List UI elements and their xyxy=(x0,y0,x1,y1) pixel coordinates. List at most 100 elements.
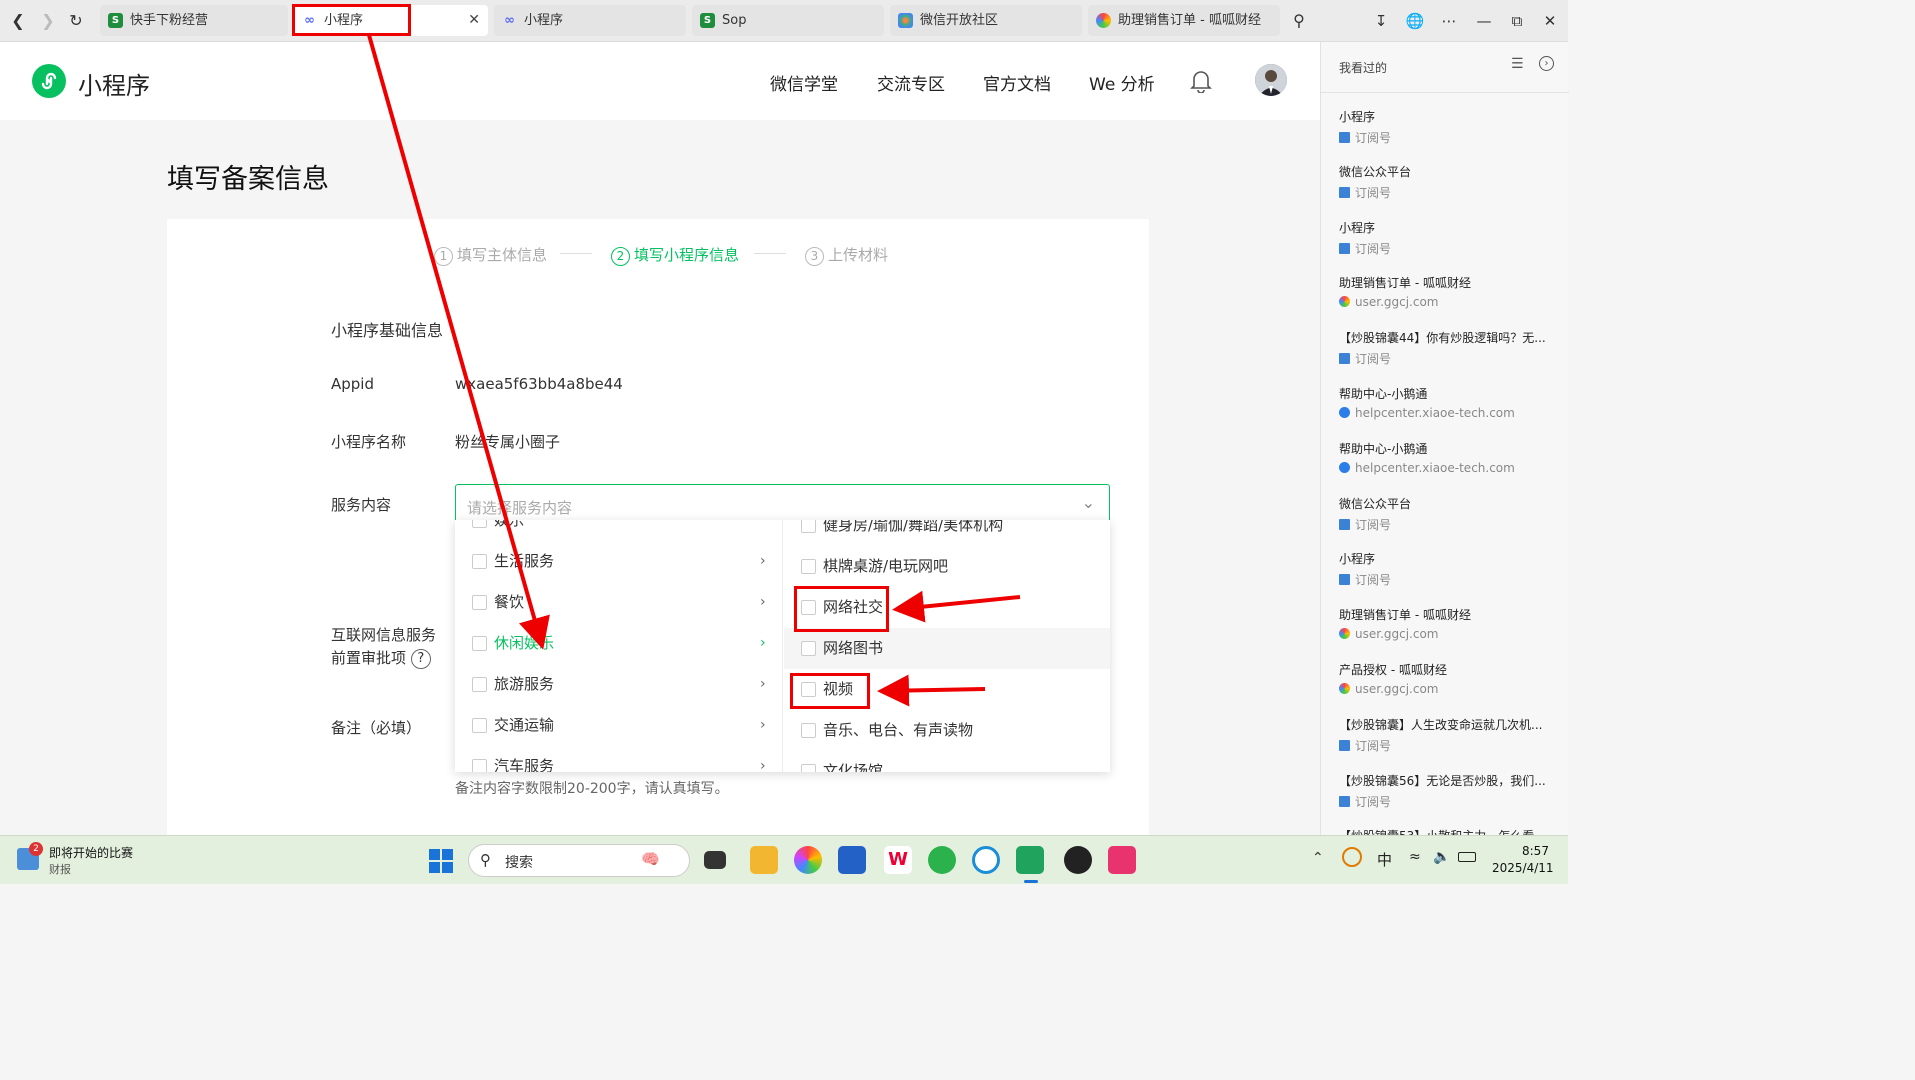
news-sub: 财报 xyxy=(49,863,71,876)
wps-icon[interactable]: W xyxy=(884,846,912,874)
site-favicon-icon xyxy=(1339,187,1350,199)
history-item-sub: 订阅号 xyxy=(1339,793,1559,810)
history-item-source: 订阅号 xyxy=(1355,794,1392,809)
clock-time[interactable]: 8:57 xyxy=(1522,844,1549,858)
sidebar-history-item[interactable]: 微信公众平台 订阅号 xyxy=(1339,495,1559,533)
history-item-title: 助理销售订单 - 呱呱财经 xyxy=(1339,607,1471,622)
history-item-sub: helpcenter.xiaoe-tech.com xyxy=(1339,461,1559,475)
remote-desktop-icon[interactable] xyxy=(1016,846,1044,874)
browser-icon[interactable] xyxy=(794,846,822,874)
collapse-arrow-icon[interactable]: › xyxy=(1539,56,1554,71)
kuaishou-icon[interactable] xyxy=(1108,846,1136,874)
history-item-source: 订阅号 xyxy=(1355,186,1392,201)
windows-taskbar: 2 即将开始的比赛 财报 ⚲ 搜索 🧠 W ⌃ 中 ≈ 🔈 8:57 2025/… xyxy=(0,835,1568,884)
active-indicator xyxy=(1024,880,1038,883)
history-item-sub: helpcenter.xiaoe-tech.com xyxy=(1339,406,1559,420)
sidebar-history-item[interactable]: 产品授权 - 呱呱财经 user.ggcj.com xyxy=(1339,661,1559,696)
sidebar-history-item[interactable]: 帮助中心-小鹅通 helpcenter.xiaoe-tech.com xyxy=(1339,385,1559,420)
taskbar-search[interactable]: ⚲ 搜索 🧠 xyxy=(468,844,690,877)
history-item-title: 产品授权 - 呱呱财经 xyxy=(1339,663,1447,677)
sidebar-history-item[interactable]: 小程序订阅号 xyxy=(1339,219,1559,257)
history-item-title: 小程序 xyxy=(1339,552,1376,567)
site-favicon-icon xyxy=(1339,461,1350,473)
wechat-icon[interactable] xyxy=(928,846,956,874)
store-icon[interactable] xyxy=(838,846,866,874)
sync-icon[interactable] xyxy=(1342,847,1362,867)
history-item-source: helpcenter.xiaoe-tech.com xyxy=(1355,460,1515,475)
battery-icon[interactable] xyxy=(1458,852,1476,862)
sidebar-title: 我看过的 xyxy=(1339,61,1388,75)
arrow-to-video xyxy=(877,674,986,707)
chevron-up-icon[interactable]: ⌃ xyxy=(1312,850,1324,866)
site-favicon-icon xyxy=(1339,574,1350,586)
history-item-sub: 订阅号 xyxy=(1339,571,1559,588)
history-item-source: user.ggcj.com xyxy=(1355,294,1439,309)
arrow-to-social xyxy=(892,590,1021,623)
history-item-title: 帮助中心-小鹅通 xyxy=(1339,441,1428,456)
sidebar-history-item[interactable]: 【炒股锦囊44】你有炒股逻辑吗？无... 订阅号 xyxy=(1339,329,1559,367)
sidebar-history-item[interactable]: 帮助中心-小鹅通 helpcenter.xiaoe-tech.com xyxy=(1339,440,1559,475)
history-item-source: 订阅号 xyxy=(1355,131,1392,145)
history-item-source: 订阅号 xyxy=(1355,518,1392,533)
history-item-title: 【炒股锦囊56】无论是否炒股，我们... xyxy=(1339,773,1546,788)
clock-date[interactable]: 2025/4/11 xyxy=(1492,861,1554,875)
history-item-sub: 订阅号 xyxy=(1339,350,1559,367)
brain-flower-icon: 🧠 xyxy=(641,850,660,868)
history-item-sub: 订阅号 xyxy=(1339,516,1559,533)
site-favicon-icon xyxy=(1339,353,1350,365)
history-item-source: 订阅号 xyxy=(1355,241,1392,256)
history-item-title: 帮助中心-小鹅通 xyxy=(1339,386,1428,401)
search-icon: ⚲ xyxy=(480,851,491,869)
site-favicon-icon xyxy=(1339,519,1350,531)
wifi-icon[interactable]: ≈ xyxy=(1409,849,1421,865)
history-item-sub: 订阅号 xyxy=(1339,129,1559,146)
sidebar-history-item[interactable]: 小程序订阅号 xyxy=(1339,550,1559,588)
history-item-source: 订阅号 xyxy=(1355,573,1392,588)
site-favicon-icon xyxy=(1339,242,1350,254)
arrow-tab-to-leisure xyxy=(367,34,550,650)
history-item-source: user.ggcj.com xyxy=(1355,626,1439,641)
sidebar-divider xyxy=(1321,92,1569,93)
site-favicon-icon xyxy=(1339,627,1350,639)
history-item-title: 小程序 xyxy=(1339,220,1376,235)
ime-indicator[interactable]: 中 xyxy=(1377,849,1392,870)
windows-start-icon[interactable] xyxy=(429,849,453,877)
sidebar-history-item[interactable]: 微信公众平台 订阅号 xyxy=(1339,163,1559,201)
task-view-icon[interactable] xyxy=(704,851,726,869)
chat-bubble-icon[interactable] xyxy=(972,846,1000,874)
player-icon[interactable] xyxy=(1064,846,1092,874)
history-item-title: 微信公众平台 xyxy=(1339,497,1412,512)
sidebar-history-item[interactable]: 助理销售订单 - 呱呱财经 user.ggcj.com xyxy=(1339,606,1559,641)
history-item-sub: 订阅号 xyxy=(1339,240,1559,257)
history-item-title: 【炒股锦囊】人生改变命运就几次机... xyxy=(1339,718,1543,733)
history-item-source: user.ggcj.com xyxy=(1355,682,1439,696)
history-item-title: 微信公众平台 xyxy=(1339,165,1412,180)
site-favicon-icon xyxy=(1339,740,1350,752)
file-explorer-icon[interactable] xyxy=(750,846,778,874)
sidebar-history-item[interactable]: 助理销售订单 - 呱呱财经 user.ggcj.com xyxy=(1339,274,1559,309)
search-placeholder: 搜索 xyxy=(505,855,533,871)
site-favicon-icon xyxy=(1339,406,1350,418)
volume-icon[interactable]: 🔈 xyxy=(1433,849,1450,865)
news-badge: 2 xyxy=(29,842,43,856)
sidebar-history-item[interactable]: 【炒股锦囊56】无论是否炒股，我们... 订阅号 xyxy=(1339,772,1559,810)
history-item-source: 订阅号 xyxy=(1355,739,1392,754)
history-sidebar: 我看过的 ☰ › 小程序 订阅号 微信公众平台 订阅号 小程序 订阅号 助理销售订单 - 呱… xyxy=(1320,42,1569,843)
history-item-title: 【炒股锦囊44】你有炒股逻辑吗？无... xyxy=(1339,331,1546,346)
site-favicon-icon xyxy=(1339,295,1350,307)
site-favicon-icon xyxy=(1339,132,1350,143)
history-item-sub: 订阅号 xyxy=(1339,184,1559,201)
site-favicon-icon xyxy=(1339,795,1350,807)
history-item-source: helpcenter.xiaoe-tech.com xyxy=(1355,405,1515,420)
list-icon[interactable]: ☰ xyxy=(1511,56,1524,72)
site-favicon-icon xyxy=(1339,683,1350,694)
sidebar-history-item[interactable]: 小程序订阅号 xyxy=(1339,108,1559,146)
history-item-sub: 订阅号 xyxy=(1339,737,1559,754)
history-item-source: 订阅号 xyxy=(1355,352,1392,367)
history-item-title: 小程序 xyxy=(1339,110,1376,124)
sidebar-history-item[interactable]: 【炒股锦囊】人生改变命运就几次机... 订阅号 xyxy=(1339,716,1559,754)
history-item-sub: user.ggcj.com xyxy=(1339,295,1559,309)
history-item-title: 助理销售订单 - 呱呱财经 xyxy=(1339,275,1471,290)
history-item-sub: user.ggcj.com xyxy=(1339,682,1559,696)
news-title[interactable]: 即将开始的比赛 xyxy=(49,844,133,861)
